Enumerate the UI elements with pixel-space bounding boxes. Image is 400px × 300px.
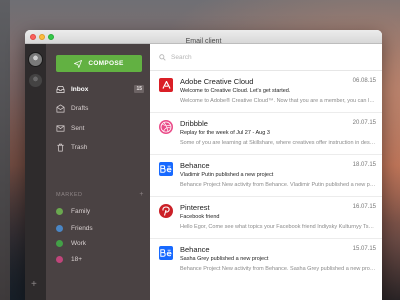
tag-color-dot — [56, 240, 63, 247]
sidebar-item-sent[interactable]: Sent — [56, 122, 144, 134]
sidebar-item-trash[interactable]: Trash — [56, 141, 144, 153]
marked-heading-label: MARKED — [56, 192, 83, 198]
paper-plane-icon — [74, 59, 83, 68]
email-preview: Behance Project New activity from Behanc… — [180, 266, 376, 272]
email-preview: Welcome to Adobe® Creative Cloud™. Now t… — [180, 98, 376, 104]
search-bar — [150, 44, 382, 71]
tag-color-dot — [56, 256, 63, 263]
email-preview: Hello Egor, Come see what topics your Fa… — [180, 224, 376, 230]
email-sender: Adobe Creative Cloud — [180, 77, 254, 86]
email-client-window: Email client + COMPOSE Inbox 15 Drafts S… — [25, 30, 382, 300]
behance-icon — [159, 162, 173, 176]
tag-color-dot — [56, 225, 63, 232]
email-subject: Vladimir Putin published a new project — [180, 172, 274, 178]
email-sender: Dribbble — [180, 119, 208, 128]
sidebar-item-label: Sent — [71, 124, 85, 132]
email-list-item[interactable]: Pinterest 16.07.15 Facebook friend Hello… — [150, 198, 382, 239]
message-list-pane: Adobe Creative Cloud 06.08.15 Welcome to… — [150, 44, 382, 300]
email-date: 18.07.15 — [352, 162, 376, 168]
compose-label: COMPOSE — [88, 60, 124, 67]
email-list-item[interactable]: Dribbble 20.07.15 Replay for the week of… — [150, 114, 382, 155]
add-account-button[interactable]: + — [31, 280, 37, 290]
email-subject: Replay for the week of Jul 27 - Aug 3 — [180, 130, 270, 136]
title-bar[interactable]: Email client — [25, 30, 382, 45]
tag-label: Work — [71, 240, 87, 247]
add-tag-button[interactable]: + — [139, 191, 144, 198]
tag-family[interactable]: Family — [56, 208, 90, 215]
close-window-button[interactable] — [30, 34, 36, 40]
adobe-icon — [159, 78, 173, 92]
tag-friends[interactable]: Friends — [56, 225, 93, 232]
search-icon — [159, 53, 166, 61]
tag-work[interactable]: Work — [56, 240, 86, 247]
tag-label: Family — [71, 208, 91, 215]
sidebar-item-label: Inbox — [71, 85, 89, 93]
sent-icon — [56, 124, 65, 133]
email-list-item[interactable]: Behance 18.07.15 Vladimir Putin publishe… — [150, 156, 382, 197]
email-subject: Welcome to Creative Cloud. Let's get sta… — [180, 88, 291, 94]
email-sender: Pinterest — [180, 203, 210, 212]
account-avatar-secondary[interactable] — [29, 74, 42, 87]
account-avatar-primary[interactable] — [28, 52, 43, 67]
minimize-window-button[interactable] — [39, 34, 45, 40]
email-subject: Facebook friend — [180, 214, 220, 220]
tag-adult[interactable]: 18+ — [56, 256, 82, 263]
pinterest-icon — [159, 204, 173, 218]
trash-icon — [56, 143, 65, 152]
email-date: 20.07.15 — [352, 120, 376, 126]
inbox-icon — [56, 85, 65, 94]
email-preview: Behance Project New activity from Behanc… — [180, 182, 376, 188]
sidebar-item-label: Drafts — [71, 104, 89, 112]
email-subject: Sasha Grey published a new project — [180, 256, 269, 262]
sidebar: COMPOSE Inbox 15 Drafts Sent Trash MARKE… — [46, 44, 150, 300]
tag-label: Friends — [71, 225, 93, 232]
desktop-dock-edge — [0, 0, 10, 300]
email-sender: Behance — [180, 161, 210, 170]
email-list-item[interactable]: Adobe Creative Cloud 06.08.15 Welcome to… — [150, 72, 382, 113]
behance-icon — [159, 246, 173, 260]
marked-section-heading: MARKED + — [56, 191, 144, 198]
search-input[interactable] — [171, 53, 351, 61]
sidebar-item-drafts[interactable]: Drafts — [56, 102, 144, 114]
compose-button[interactable]: COMPOSE — [56, 55, 142, 72]
email-sender: Behance — [180, 245, 210, 254]
tag-label: 18+ — [71, 256, 83, 263]
tag-color-dot — [56, 208, 63, 215]
sidebar-item-inbox[interactable]: Inbox 15 — [56, 83, 144, 95]
zoom-window-button[interactable] — [48, 34, 54, 40]
email-list-item[interactable]: Behance 15.07.15 Sasha Grey published a … — [150, 240, 382, 281]
unread-count-badge: 15 — [134, 85, 144, 93]
email-date: 06.08.15 — [352, 78, 376, 84]
email-preview: Some of you are learning at Skillshare, … — [180, 140, 376, 146]
email-date: 15.07.15 — [352, 246, 376, 252]
drafts-icon — [56, 103, 65, 113]
dribbble-icon — [159, 120, 173, 134]
account-bar: + — [25, 44, 46, 300]
sidebar-item-label: Trash — [71, 143, 88, 151]
email-date: 16.07.15 — [352, 204, 376, 210]
